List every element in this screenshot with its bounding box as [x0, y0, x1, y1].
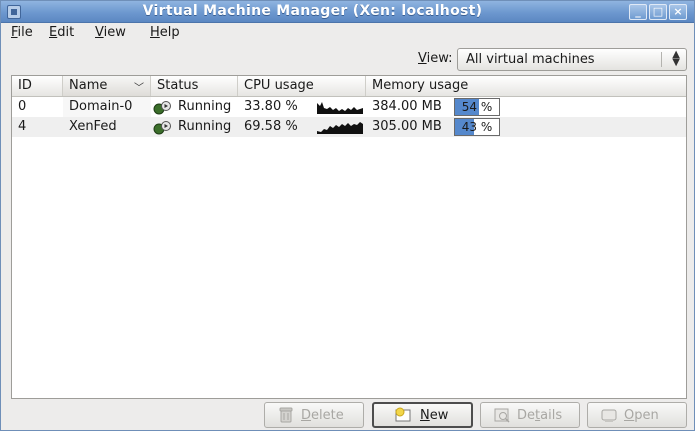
open-icon	[601, 409, 617, 422]
maximize-button[interactable]: □	[649, 4, 667, 20]
vm-id: 4	[18, 119, 27, 134]
table-row[interactable]: 0 Domain-0 Running 33.80 % 384.00 MB 54 …	[12, 97, 686, 117]
close-button[interactable]: ×	[669, 4, 687, 20]
button-bar: Delete New Details Open	[1, 401, 694, 431]
vm-table: ID Name ﹀ Status CPU usage Memory usage …	[11, 75, 687, 399]
details-icon	[494, 408, 510, 423]
vm-cpu: 69.58 %	[244, 119, 298, 134]
table-row[interactable]: 4 XenFed Running 69.58 % 305.00 MB 43 %	[12, 117, 686, 137]
window-title: Virtual Machine Manager (Xen: localhost)	[142, 3, 483, 19]
menu-file[interactable]: File	[11, 25, 33, 40]
app-window: Virtual Machine Manager (Xen: localhost)…	[0, 0, 695, 431]
running-status-icon	[153, 121, 171, 135]
menu-view[interactable]: View	[95, 25, 126, 40]
open-button[interactable]: Open	[587, 402, 687, 428]
sort-descending-icon: ﹀	[134, 83, 144, 94]
memory-usage-bar: 54 %	[454, 98, 500, 116]
memory-percent-label: 43 %	[461, 120, 493, 134]
vm-name: Domain-0	[69, 99, 133, 114]
vm-cpu: 33.80 %	[244, 99, 298, 114]
delete-button[interactable]: Delete	[264, 402, 364, 428]
new-button[interactable]: New	[372, 402, 473, 428]
view-filter-select[interactable]: All virtual machines ▲ ▼	[457, 48, 687, 71]
cpu-sparkline	[317, 122, 363, 134]
menu-help[interactable]: Help	[150, 25, 180, 40]
column-header-memory[interactable]: Memory usage	[366, 76, 686, 96]
minimize-button[interactable]: _	[629, 4, 647, 20]
column-header-name[interactable]: Name ﹀	[63, 76, 151, 96]
vm-status: Running	[178, 99, 232, 114]
menu-bar: File Edit View Help	[1, 23, 694, 43]
view-filter-row: View: All virtual machines ▲ ▼	[1, 45, 694, 73]
menu-edit[interactable]: Edit	[49, 25, 74, 40]
column-header-status[interactable]: Status	[151, 76, 238, 96]
details-button[interactable]: Details	[480, 402, 580, 428]
table-header: ID Name ﹀ Status CPU usage Memory usage	[12, 76, 686, 97]
updown-arrows-icon: ▲ ▼	[672, 49, 680, 68]
vm-memory: 305.00 MB	[372, 119, 442, 134]
new-vm-icon	[395, 407, 411, 422]
trash-icon	[279, 407, 293, 423]
running-status-icon	[153, 101, 171, 115]
view-filter-value: All virtual machines	[466, 52, 595, 67]
title-bar[interactable]: Virtual Machine Manager (Xen: localhost)…	[1, 1, 694, 23]
memory-percent-label: 54 %	[461, 100, 493, 114]
cpu-sparkline	[317, 102, 363, 114]
column-header-cpu[interactable]: CPU usage	[238, 76, 366, 96]
view-filter-label: View:	[418, 51, 453, 66]
vm-id: 0	[18, 99, 27, 114]
vm-status: Running	[178, 119, 232, 134]
column-header-id[interactable]: ID	[12, 76, 63, 96]
vm-memory: 384.00 MB	[372, 99, 442, 114]
select-separator	[661, 52, 662, 67]
vm-name: XenFed	[69, 119, 117, 134]
memory-usage-bar: 43 %	[454, 118, 500, 136]
